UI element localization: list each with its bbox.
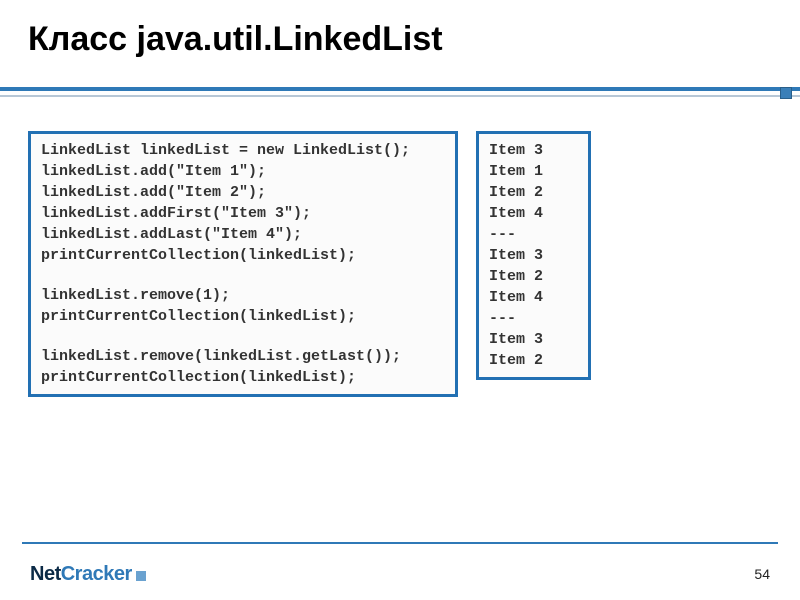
code-line: printCurrentCollection(linkedList); (41, 367, 445, 388)
footer-divider (22, 542, 778, 544)
output-line: --- (489, 308, 578, 329)
logo-text-net: Net (30, 563, 61, 585)
page-number: 54 (754, 566, 770, 582)
code-line: linkedList.remove(1); (41, 285, 445, 306)
logo-square-icon (136, 571, 146, 581)
code-line: linkedList.add("Item 2"); (41, 182, 445, 203)
output-box: Item 3 Item 1 Item 2 Item 4 --- Item 3 I… (476, 131, 591, 380)
slide: Класс java.util.LinkedList LinkedList li… (0, 0, 800, 600)
code-box: LinkedList linkedList = new LinkedList()… (28, 131, 458, 397)
code-line: linkedList.remove(linkedList.getLast()); (41, 346, 445, 367)
logo-text-cracker: Cracker (61, 563, 132, 585)
code-blank-line (41, 266, 445, 285)
divider-square-icon (780, 87, 792, 99)
output-line: Item 3 (489, 329, 578, 350)
output-line: Item 2 (489, 182, 578, 203)
divider-line-bottom (0, 95, 800, 97)
output-line: Item 3 (489, 245, 578, 266)
code-line: linkedList.add("Item 1"); (41, 161, 445, 182)
output-line: Item 1 (489, 161, 578, 182)
divider (28, 87, 772, 103)
code-line: linkedList.addFirst("Item 3"); (41, 203, 445, 224)
footer: NetCracker 54 (0, 542, 800, 600)
code-line: printCurrentCollection(linkedList); (41, 245, 445, 266)
output-line: Item 4 (489, 287, 578, 308)
divider-line-top (0, 87, 800, 91)
code-line: LinkedList linkedList = new LinkedList()… (41, 140, 445, 161)
code-line: linkedList.addLast("Item 4"); (41, 224, 445, 245)
output-line: Item 2 (489, 266, 578, 287)
output-line: --- (489, 224, 578, 245)
code-blank-line (41, 327, 445, 346)
output-line: Item 3 (489, 140, 578, 161)
code-line: printCurrentCollection(linkedList); (41, 306, 445, 327)
output-line: Item 4 (489, 203, 578, 224)
page-title: Класс java.util.LinkedList (28, 20, 772, 59)
content-row: LinkedList linkedList = new LinkedList()… (28, 131, 772, 397)
output-line: Item 2 (489, 350, 578, 371)
logo: NetCracker (30, 563, 146, 586)
